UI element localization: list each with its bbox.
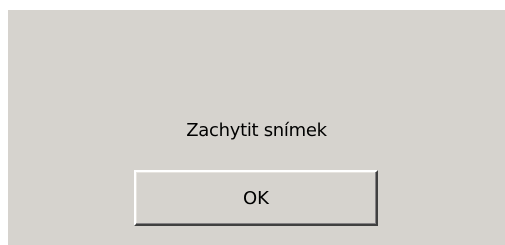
ok-button[interactable]: OK — [134, 170, 378, 226]
message-dialog: Zachytit snímek OK — [8, 10, 505, 245]
dialog-message: Zachytit snímek — [186, 120, 327, 141]
